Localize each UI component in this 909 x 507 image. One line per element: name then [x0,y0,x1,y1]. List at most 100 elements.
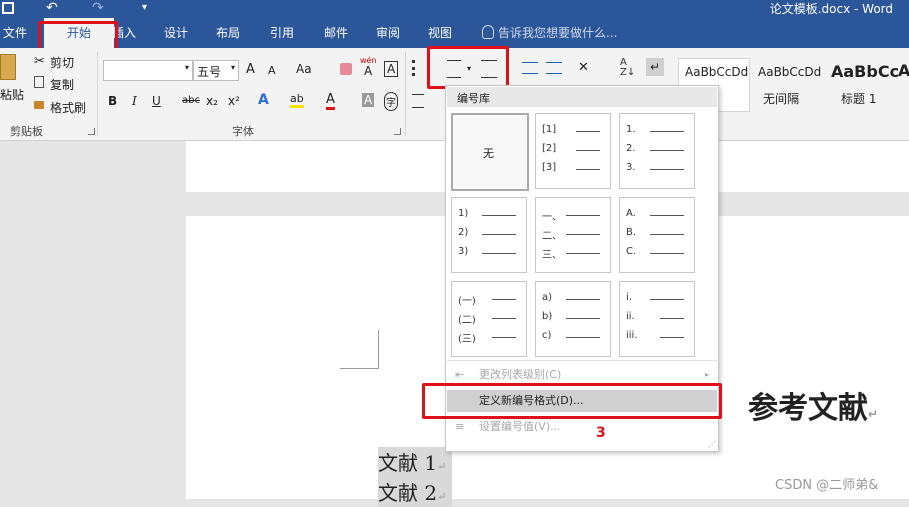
phonetic-guide-button[interactable]: A [364,64,372,78]
chevron-down-icon: ▾ [184,63,189,72]
separator [405,52,406,136]
numbering-option-line [576,150,600,151]
paragraph-settings-icon[interactable] [412,94,424,108]
numbering-option-label: 二、 [542,231,562,242]
numbering-option-label: 3) [458,246,469,257]
numbering-option[interactable]: A. B. C. [619,197,695,273]
numbering-option-line [650,299,684,300]
numbering-option-label: 三、 [542,250,562,261]
style-normal-sample: AaBbCcDd [685,65,749,79]
numbering-option-line [492,299,516,300]
numbering-option-line [482,253,516,254]
tab-mailings[interactable]: 邮件 [316,18,356,48]
numbering-option-line [650,169,684,170]
tab-view[interactable]: 视图 [420,18,460,48]
font-size-select[interactable]: 五号 ▾ [193,60,239,81]
numbering-option-line [660,318,684,319]
tab-references[interactable]: 引用 [262,18,302,48]
shrink-font-button[interactable]: A [268,64,276,77]
numbering-option[interactable]: 一、 二、 三、 [535,197,611,273]
numbering-option-label: a) [542,292,553,303]
redo-icon[interactable]: ↷ [92,0,104,16]
font-launcher-icon[interactable] [394,128,401,135]
bold-button[interactable]: B [108,94,117,108]
change-case-button[interactable]: Aa [296,62,312,76]
numbering-option-line [566,299,600,300]
sort-icon[interactable]: A Z↓ [620,58,635,78]
numbering-option[interactable]: (一) (二) (三) [451,281,527,357]
numbering-option[interactable]: 1. 2. 3. [619,113,695,189]
numbering-option-line [650,253,684,254]
tell-me-input[interactable]: 告诉我您想要做什么... [498,18,617,48]
numbering-option-label: ii. [626,311,635,322]
numbering-option[interactable]: i. ii. iii. [619,281,695,357]
save-icon[interactable] [2,2,14,14]
highlight-button[interactable]: ab [290,92,304,108]
style-partial-sample[interactable]: A [898,61,909,80]
copy-button[interactable]: 复制 [50,76,74,93]
menu-set-numbering-value[interactable]: ≡ 设置编号值(V)... [447,416,717,438]
customize-qat-icon[interactable]: ▾ [142,0,147,16]
numbering-option-label: C. [626,246,637,257]
numbering-option-line [482,215,516,216]
character-shading-button[interactable]: A [362,93,375,107]
font-color-button[interactable]: A [326,92,335,110]
increase-indent-icon[interactable] [546,62,562,74]
chinese-layout-icon[interactable]: ✕ [578,60,589,75]
tab-review[interactable]: 审阅 [368,18,408,48]
numbering-option-line [650,234,684,235]
character-border-button[interactable]: A [384,61,399,77]
style-heading-1[interactable]: AaBbCc 标题 1 [826,58,899,112]
numbering-option-label: [3] [542,162,557,173]
italic-button[interactable]: I [132,94,137,108]
numbering-option-label: 3. [626,162,636,173]
watermark: CSDN @二师弟& [775,478,879,493]
tab-design[interactable]: 设计 [156,18,196,48]
numbering-option[interactable]: [1] [2] [3] [535,113,611,189]
style-heading-1-name: 标题 1 [841,92,877,106]
title-bar: ↶ ↷ ▾ 论文模板.docx - Word [0,0,909,18]
resize-grip-icon[interactable]: ⋰ [708,440,716,449]
reference-line-2[interactable]: 文献 2↵ [378,477,453,507]
format-painter-button[interactable]: 格式刷 [50,99,86,116]
paste-icon[interactable] [0,54,16,80]
numbering-option-label: 一、 [542,212,562,223]
numbering-option-line [660,337,684,338]
grow-font-button[interactable]: A [246,62,255,77]
numbering-option-line [650,131,684,132]
strikethrough-button[interactable]: abc [182,95,200,106]
clear-formatting-icon[interactable] [340,63,352,75]
decrease-indent-icon[interactable] [522,62,538,74]
undo-icon[interactable]: ↶ [46,0,58,16]
numbering-option-label: c) [542,330,552,341]
numbering-option-none-label: 无 [483,147,494,160]
numbering-option-none[interactable]: 无 [451,113,529,191]
clipboard-launcher-icon[interactable] [88,128,95,135]
numbering-option-label: iii. [626,330,638,341]
superscript-button[interactable]: x² [228,94,240,108]
reference-line-2-text: 文献 2 [378,481,438,505]
paste-button[interactable]: 粘贴 [0,86,24,103]
numbering-option-label: 1. [626,124,636,135]
numbering-option-label: 2) [458,227,469,238]
cut-button[interactable]: 剪切 [50,54,74,71]
scissors-icon: ✂ [34,54,45,69]
font-name-select[interactable]: ▾ [103,60,193,81]
lightbulb-icon [482,25,494,39]
numbering-option-label: (二) [458,315,476,326]
numbering-option[interactable]: a) b) c) [535,281,611,357]
text-effects-button[interactable]: A [258,92,269,108]
show-hide-marks-icon[interactable]: ↵ [646,58,664,76]
tab-layout[interactable]: 布局 [208,18,248,48]
numbering-option-line [492,318,516,319]
numbering-option[interactable]: 1) 2) 3) [451,197,527,273]
reference-line-1[interactable]: 文献 1↵ [378,447,453,477]
reference-heading: 参考文献↵ [748,383,878,427]
enclose-characters-button[interactable]: 字 [384,92,398,111]
tab-file[interactable]: 文件 [0,18,30,48]
subscript-button[interactable]: x₂ [206,94,218,108]
numbering-option-label: 1) [458,208,469,219]
numbering-option-label: 2. [626,143,636,154]
style-no-spacing[interactable]: AaBbCcDd 无间隔 [752,58,826,112]
underline-button[interactable]: U [152,94,161,108]
